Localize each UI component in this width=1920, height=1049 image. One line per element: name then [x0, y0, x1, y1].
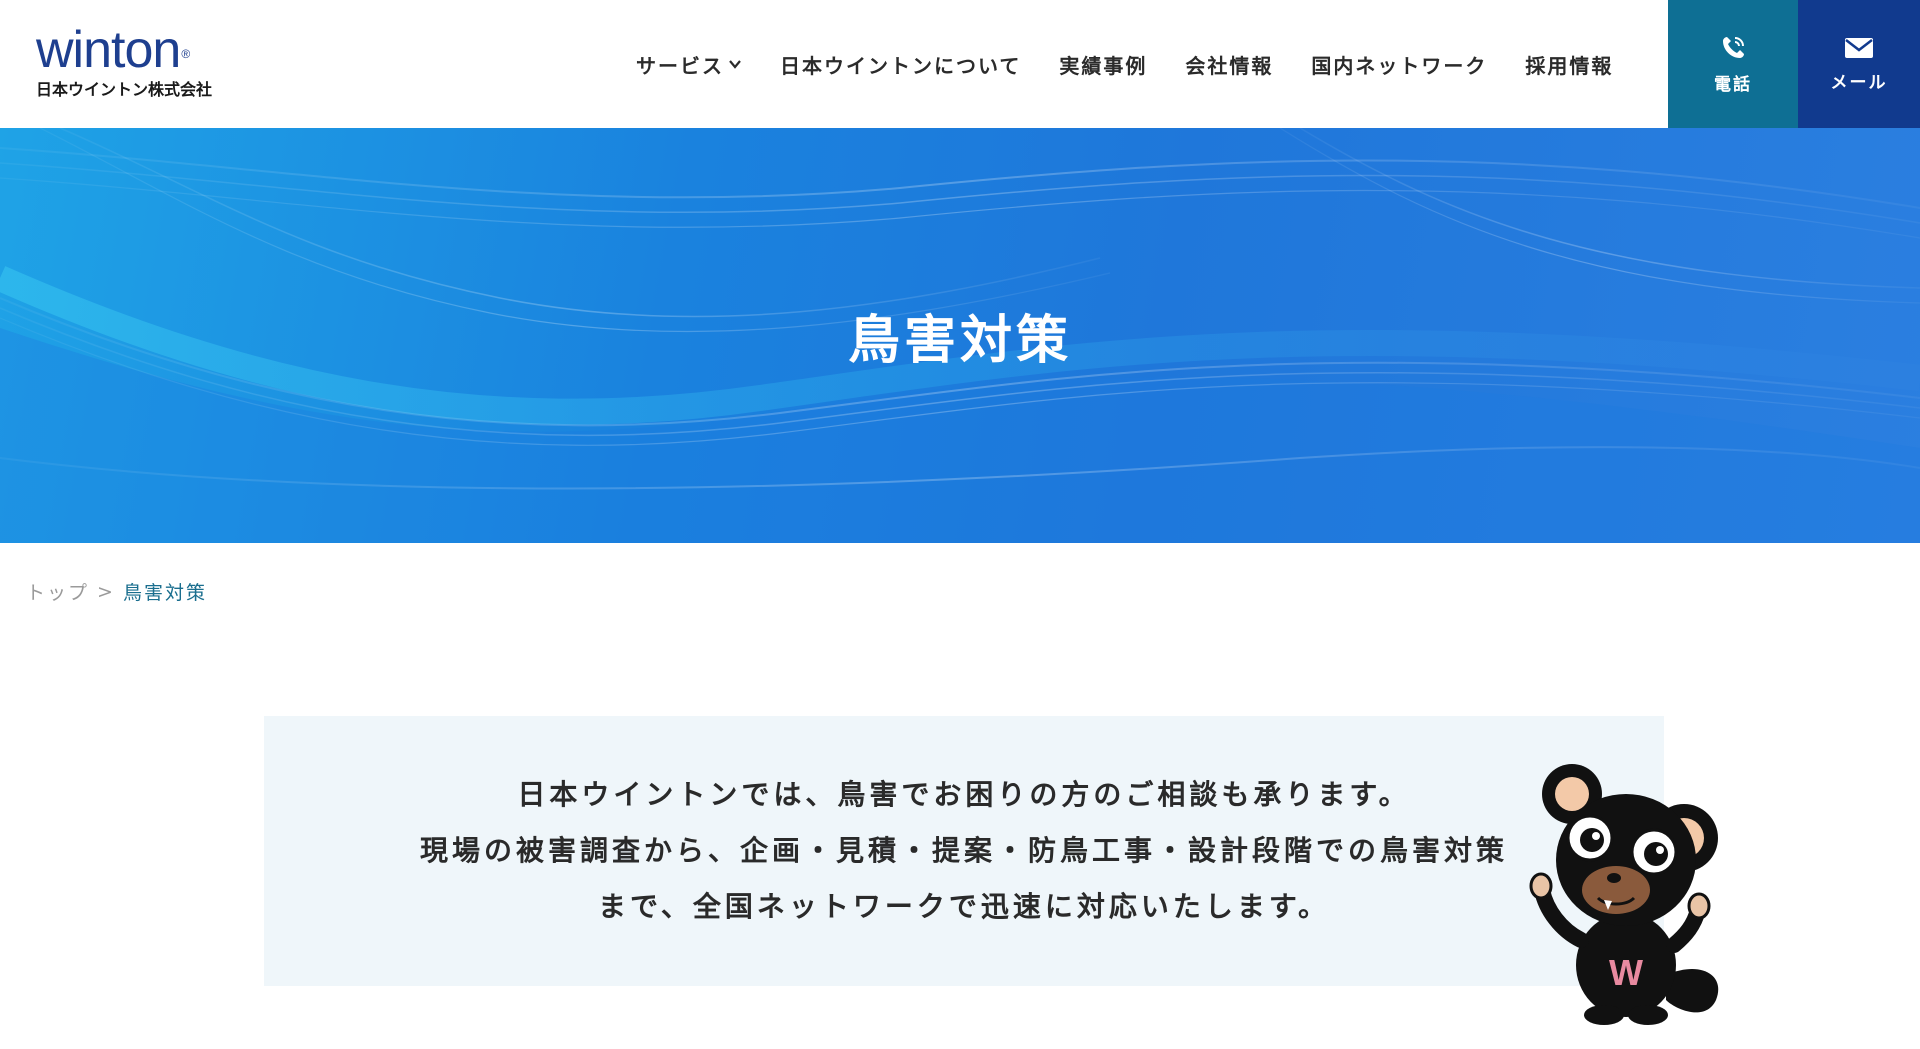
nav-item-network[interactable]: 国内ネットワーク: [1311, 50, 1487, 79]
page-title: 鳥害対策: [847, 311, 1072, 371]
breadcrumb-home-link[interactable]: トップ: [26, 578, 89, 605]
nav-item-recruit[interactable]: 採用情報: [1525, 50, 1613, 79]
nav-item-about[interactable]: 日本ウイントンについて: [780, 50, 1021, 79]
phone-icon: [1723, 36, 1744, 58]
nav-item-company[interactable]: 会社情報: [1185, 50, 1273, 79]
logo-company-name: 日本ウイントン株式会社: [36, 80, 213, 99]
mail-button-label: メール: [1830, 72, 1888, 93]
logo-wordmark: winton®: [36, 21, 190, 79]
phone-button-label: 電話: [1714, 74, 1752, 95]
svg-text:W: W: [1609, 952, 1643, 993]
phone-button[interactable]: 電話: [1668, 0, 1798, 128]
nav-item-label: サービス: [636, 53, 724, 78]
breadcrumb-current: 鳥害対策: [122, 582, 207, 604]
hero-banner: 鳥害対策: [0, 128, 1920, 543]
mail-button[interactable]: メール: [1798, 0, 1920, 128]
company-logo[interactable]: winton® 日本ウイントン株式会社: [36, 22, 236, 106]
main-nav: サービス 日本ウイントンについて 実績事例 会社情報 国内ネットワーク 採用情報: [636, 0, 1613, 128]
intro-line: 現場の被害調査から、企画・見積・提案・防鳥工事・設計段階での鳥害対策: [419, 834, 1508, 867]
intro-line: まで、全国ネットワークで迅速に対応いたします。: [597, 890, 1331, 923]
breadcrumb-separator: >: [97, 580, 115, 603]
nav-item-services[interactable]: サービス: [636, 50, 742, 79]
intro-message-box: 日本ウイントンでは、鳥害でお困りの方のご相談も承ります。 現場の被害調査から、企…: [264, 716, 1664, 986]
mascot-character: W: [1529, 764, 1719, 1025]
chevron-down-icon: [729, 60, 741, 69]
intro-line: 日本ウイントンでは、鳥害でお困りの方のご相談も承ります。: [517, 778, 1411, 811]
site-header: winton® 日本ウイントン株式会社 サービス 日本ウイントンについて 実績事…: [0, 0, 1920, 128]
breadcrumb: トップ > 鳥害対策: [26, 578, 207, 605]
envelope-icon: [1845, 37, 1873, 58]
nav-item-cases[interactable]: 実績事例: [1059, 50, 1147, 79]
